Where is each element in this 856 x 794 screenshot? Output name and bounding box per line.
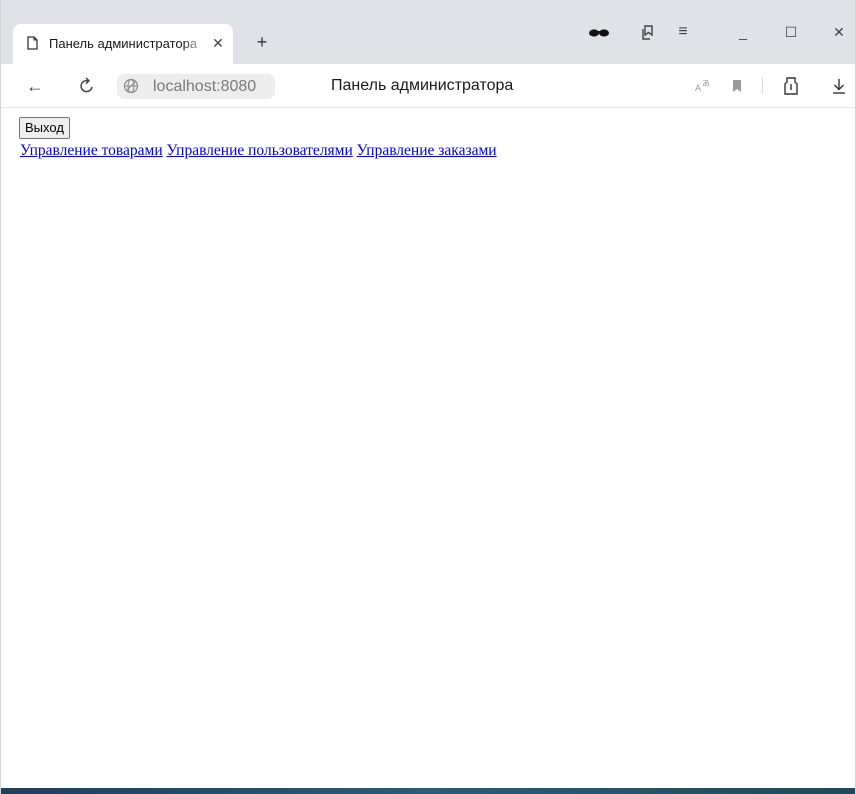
- collections-icon[interactable]: [637, 20, 661, 44]
- protect-icon-svg: [784, 77, 798, 95]
- maximize-icon[interactable]: ☐: [779, 20, 803, 44]
- link-manage-users[interactable]: Управление пользователями: [167, 142, 353, 159]
- tab-strip: Панель администратора ✕ + ≡ _ ☐ ✕: [1, 0, 855, 64]
- back-icon[interactable]: ←: [23, 74, 47, 98]
- translate-icon-svg: A あ: [695, 79, 710, 93]
- page-icon: [27, 36, 38, 50]
- tab-title: Панель администратора: [49, 36, 198, 51]
- svg-text:A: A: [695, 83, 701, 93]
- address-text: localhost:8080: [153, 78, 257, 95]
- toolbar-page-title: Панель администратора: [331, 77, 514, 94]
- new-tab-button[interactable]: +: [251, 32, 273, 54]
- taskbar-edge: [1, 788, 855, 794]
- protect-icon[interactable]: [779, 74, 803, 98]
- address-toolbar: ← localhost:8080 Панель администратора A…: [1, 64, 855, 108]
- link-manage-products[interactable]: Управление товарами: [20, 142, 163, 159]
- admin-nav-links: Управление товарами Управление пользоват…: [20, 141, 497, 160]
- glasses-icon[interactable]: [587, 20, 611, 44]
- collections-icon-svg: [642, 25, 653, 40]
- link-manage-orders[interactable]: Управление заказами: [357, 142, 497, 159]
- svg-text:あ: あ: [702, 79, 710, 88]
- bookmark-icon[interactable]: [725, 74, 749, 98]
- address-bar[interactable]: localhost:8080: [117, 74, 275, 99]
- menu-icon[interactable]: ≡: [671, 20, 695, 44]
- reload-icon-svg: [80, 77, 93, 93]
- page-content: Выход Управление товарами Управление пол…: [1, 108, 855, 788]
- globe-icon: [123, 78, 139, 94]
- translate-icon[interactable]: A あ: [691, 74, 715, 98]
- download-icon[interactable]: [827, 74, 851, 98]
- browser-window: Панель администратора ✕ + ≡ _ ☐ ✕ ← loca…: [0, 0, 856, 794]
- toolbar-separator: [762, 78, 763, 94]
- reload-icon[interactable]: [75, 74, 99, 98]
- logout-button[interactable]: Выход: [19, 117, 70, 139]
- glasses-icon-svg: [589, 29, 609, 37]
- tab-admin-panel[interactable]: Панель администратора ✕: [13, 24, 233, 64]
- tab-close-icon[interactable]: ✕: [211, 36, 225, 50]
- window-close-icon[interactable]: ✕: [827, 20, 851, 44]
- download-icon-svg: [833, 79, 845, 94]
- bookmark-icon-svg: [733, 80, 741, 92]
- minimize-icon[interactable]: _: [731, 20, 755, 44]
